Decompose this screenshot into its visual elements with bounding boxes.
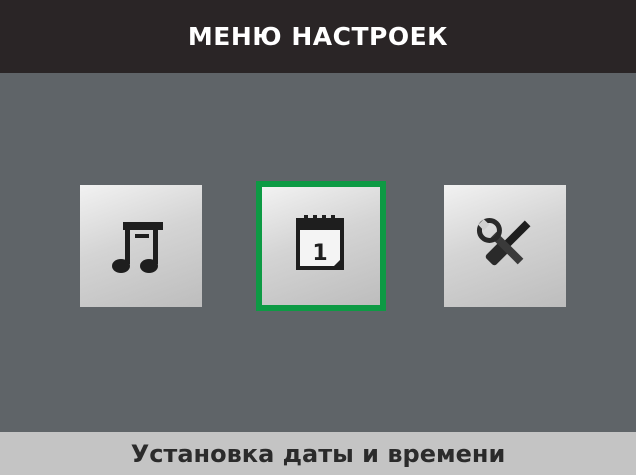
calendar-icon: 1 bbox=[296, 215, 344, 270]
tools-icon bbox=[476, 217, 531, 266]
menu-title-bar: МЕНЮ НАСТРОЕК bbox=[0, 0, 636, 73]
date-time-settings-button[interactable]: 1 bbox=[256, 181, 386, 311]
tools-settings-button[interactable] bbox=[444, 185, 566, 307]
settings-menu-screen: МЕНЮ НАСТРОЕК 1 Установка даты и времени bbox=[0, 0, 636, 475]
calendar-day-label: 1 bbox=[312, 241, 327, 266]
sound-settings-button[interactable] bbox=[80, 185, 202, 307]
menu-icon-grid: 1 bbox=[0, 73, 636, 432]
page-title: МЕНЮ НАСТРОЕК bbox=[187, 22, 449, 51]
selected-item-caption: Установка даты и времени bbox=[0, 432, 636, 475]
music-note-icon bbox=[112, 222, 163, 273]
status-label: Установка даты и времени bbox=[130, 439, 506, 468]
